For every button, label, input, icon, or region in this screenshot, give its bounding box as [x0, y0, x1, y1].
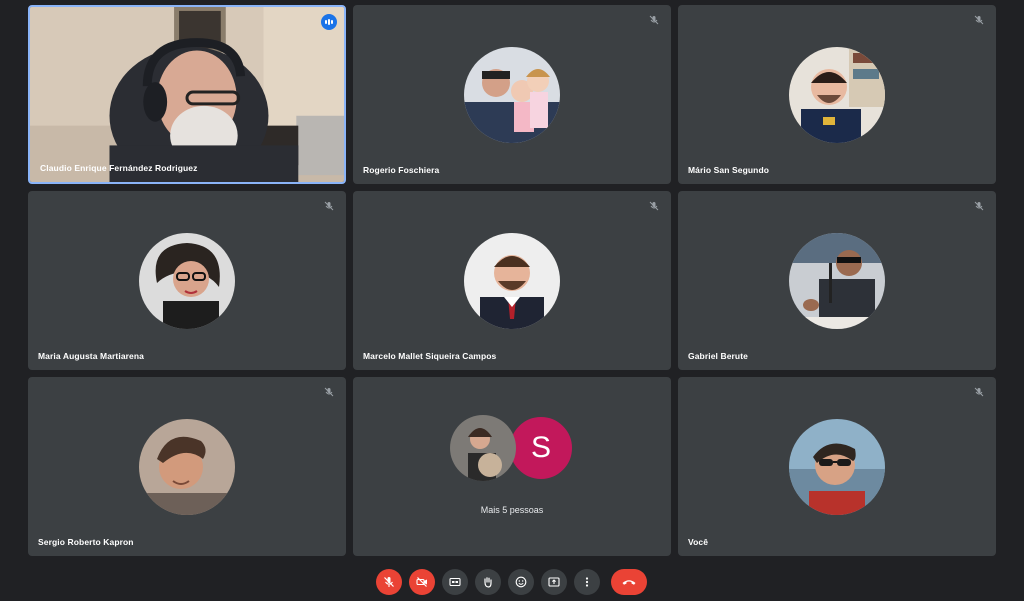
- microphone-off-icon: [384, 577, 394, 587]
- participant-name: Mário San Segundo: [688, 165, 770, 175]
- participant-tile[interactable]: Claudio Enrique Fernández Rodriguez: [28, 5, 346, 184]
- self-avatar: [789, 418, 885, 515]
- participant-name: Maria Augusta Martiarena: [38, 351, 145, 361]
- reactions-button[interactable]: [508, 569, 534, 595]
- overflow-avatars: S: [353, 415, 671, 481]
- raise-hand-button[interactable]: [475, 569, 501, 595]
- participant-avatar: [139, 418, 235, 515]
- participant-tile[interactable]: Sergio Roberto Kapron: [28, 377, 346, 556]
- captions-button[interactable]: [442, 569, 468, 595]
- participant-name: Gabriel Berute: [688, 351, 748, 361]
- more-vertical-icon: [585, 577, 589, 587]
- participant-tile[interactable]: Marcelo Mallet Siqueira Campos: [353, 191, 671, 370]
- leave-call-button[interactable]: [611, 569, 647, 595]
- mic-off-icon: [972, 13, 986, 27]
- overflow-initial-avatar: S: [508, 415, 574, 481]
- participant-tile[interactable]: Mário San Segundo: [678, 5, 996, 184]
- participant-name: Você: [688, 537, 709, 547]
- overflow-participant-avatar: [450, 415, 516, 481]
- participant-avatar: [789, 232, 885, 329]
- captions-icon: [449, 577, 461, 587]
- participant-tile[interactable]: Gabriel Berute: [678, 191, 996, 370]
- participant-name: Rogerio Foschiera: [363, 165, 440, 175]
- participant-tile[interactable]: Rogerio Foschiera: [353, 5, 671, 184]
- mic-off-icon: [647, 199, 661, 213]
- toggle-camera-button[interactable]: [409, 569, 435, 595]
- toggle-microphone-button[interactable]: [376, 569, 402, 595]
- participant-video: [30, 7, 344, 182]
- call-controls: [376, 569, 647, 595]
- participant-name: Sergio Roberto Kapron: [38, 537, 134, 547]
- participant-tile[interactable]: Maria Augusta Martiarena: [28, 191, 346, 370]
- present-screen-button[interactable]: [541, 569, 567, 595]
- mic-off-icon: [647, 13, 661, 27]
- participants-grid: Claudio Enrique Fernández Rodriguez Roge…: [28, 5, 997, 556]
- participant-avatar: [139, 232, 235, 329]
- emoji-icon: [515, 576, 527, 588]
- self-tile[interactable]: Você: [678, 377, 996, 556]
- overflow-participants-tile[interactable]: S Mais 5 pessoas: [353, 377, 671, 556]
- phone-hangup-icon: [622, 580, 636, 585]
- more-options-button[interactable]: [574, 569, 600, 595]
- present-screen-icon: [548, 577, 560, 587]
- hand-icon: [484, 577, 492, 588]
- participant-name: Claudio Enrique Fernández Rodriguez: [40, 163, 198, 173]
- camera-off-icon: [416, 577, 427, 587]
- mic-off-icon: [972, 199, 986, 213]
- speaking-indicator-icon: [321, 14, 337, 30]
- participant-avatar: [464, 46, 560, 143]
- mic-off-icon: [322, 199, 336, 213]
- participant-avatar: [789, 46, 885, 143]
- mic-off-icon: [972, 385, 986, 399]
- mic-off-icon: [322, 385, 336, 399]
- overflow-label: Mais 5 pessoas: [480, 505, 544, 515]
- participant-avatar: [464, 232, 560, 329]
- participant-name: Marcelo Mallet Siqueira Campos: [363, 351, 497, 361]
